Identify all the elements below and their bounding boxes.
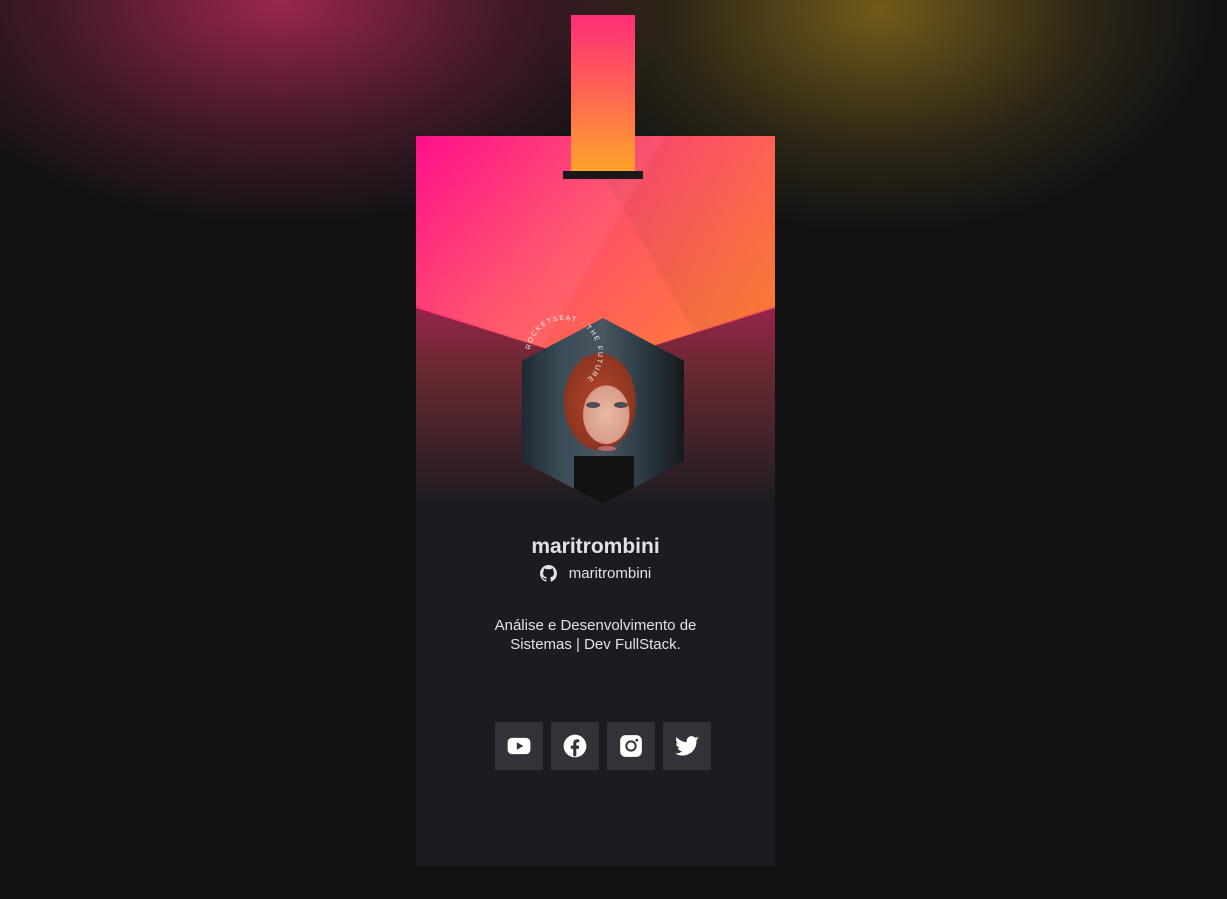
profile-bio: Análise e Desenvolvimento de Sistemas | … bbox=[494, 617, 697, 653]
social-links bbox=[495, 722, 711, 770]
youtube-button[interactable] bbox=[495, 722, 543, 770]
twitter-icon bbox=[675, 736, 699, 756]
facebook-icon bbox=[563, 734, 587, 758]
github-link[interactable]: maritrombini bbox=[416, 565, 775, 582]
twitter-button[interactable] bbox=[663, 722, 711, 770]
lanyard-strap bbox=[571, 15, 635, 173]
profile-name: maritrombini bbox=[531, 535, 660, 558]
github-username: maritrombini bbox=[568, 565, 652, 582]
profile-card: ROCKETSEAT · THE FUTURE maritrombini mar… bbox=[416, 136, 775, 866]
avatar-photo bbox=[522, 318, 684, 504]
facebook-button[interactable] bbox=[551, 722, 599, 770]
avatar: ROCKETSEAT · THE FUTURE bbox=[522, 315, 684, 504]
instagram-button[interactable] bbox=[607, 722, 655, 770]
youtube-icon bbox=[507, 737, 531, 755]
instagram-icon bbox=[620, 735, 642, 757]
github-icon bbox=[539, 565, 557, 582]
lanyard-clip bbox=[563, 171, 643, 179]
